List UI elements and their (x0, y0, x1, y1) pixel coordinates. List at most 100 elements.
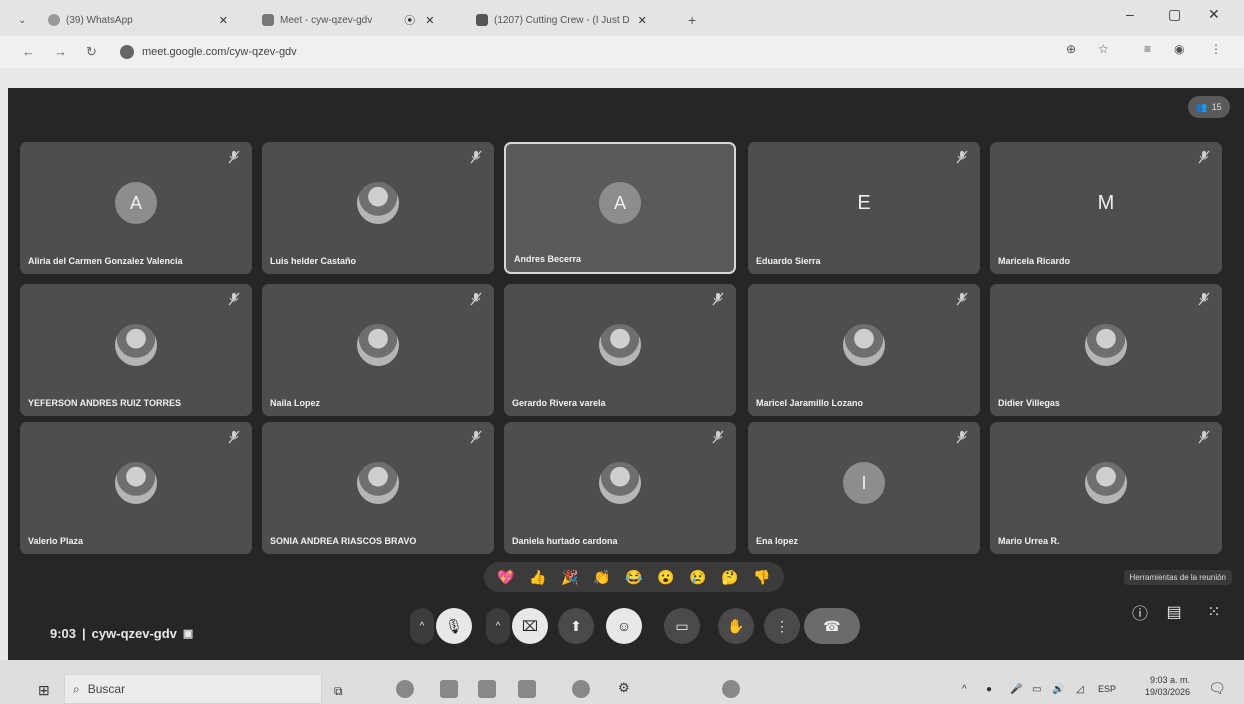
meeting-details-button[interactable]: ⓘ (1126, 598, 1154, 626)
participant-tile[interactable]: A Aliria del Carmen Gonzalez Valencia (20, 142, 252, 274)
participant-tile[interactable]: Luis helder Castaño (262, 142, 494, 274)
search-icon: ⌕ (73, 681, 80, 696)
captions-button[interactable]: ▭ (664, 608, 700, 644)
site-info-icon[interactable] (120, 45, 134, 59)
participant-tile[interactable]: Daniela hurtado cardona (504, 422, 736, 554)
mic-muted-icon (1198, 430, 1210, 444)
participant-name: Gerardo Rivera varela (512, 398, 606, 408)
participant-avatar: E (857, 191, 871, 214)
close-tab-icon[interactable]: ✕ (638, 14, 647, 27)
windows-start-icon[interactable]: ⊞ (38, 682, 50, 699)
mic-muted-icon (712, 430, 724, 444)
participant-tile[interactable]: M Maricela Ricardo (990, 142, 1222, 274)
maximize-icon[interactable]: ▢ (1168, 6, 1181, 23)
reaction-clap[interactable]: 👏 (593, 569, 610, 586)
camera-toggle-button[interactable]: ⌧ (512, 608, 548, 644)
edge-browser-icon[interactable] (396, 680, 414, 698)
participant-name: Maricel Jaramillo Lozano (756, 398, 864, 408)
audio-options-button[interactable]: ^ (410, 608, 434, 644)
participant-name: Ena lopez (756, 536, 799, 546)
settings-icon[interactable]: ⚙ (618, 680, 630, 696)
minimize-icon[interactable]: – (1126, 6, 1134, 22)
participant-tile[interactable]: Gerardo Rivera varela (504, 284, 736, 416)
participant-avatar (599, 461, 641, 504)
app-icon[interactable] (518, 680, 536, 698)
participant-tile[interactable]: I Ena lopez (748, 422, 980, 554)
address-bar: ← → ↻ meet.google.com/cyw-qzev-gdv (0, 36, 1244, 68)
tray-overflow-icon[interactable]: ^ (962, 684, 967, 695)
participant-name: YEFERSON ANDRES RUIZ TORRES (28, 398, 182, 408)
participant-tile[interactable]: Naila Lopez (262, 284, 494, 416)
more-options-button[interactable]: ⋮ (764, 608, 800, 644)
participant-tile[interactable]: YEFERSON ANDRES RUIZ TORRES (20, 284, 252, 416)
browser-menu-icon[interactable]: ⋮ (1210, 42, 1222, 56)
reaction-laugh[interactable]: 😂 (625, 569, 642, 586)
raise-hand-button[interactable]: ✋ (718, 608, 754, 644)
close-tab-icon[interactable]: ✕ (219, 14, 228, 27)
participant-avatar (1085, 461, 1127, 504)
reaction-party[interactable]: 🎉 (561, 569, 578, 586)
hand-icon: ✋ (727, 617, 745, 634)
close-window-icon[interactable]: ✕ (1208, 6, 1220, 23)
participant-avatar (115, 461, 157, 504)
reload-icon[interactable]: ↻ (86, 44, 97, 60)
network-icon[interactable]: ◿ (1076, 684, 1084, 695)
notifications-icon[interactable]: 🗨 (1208, 680, 1226, 697)
reactions-bar: 💖 👍 🎉 👏 😂 😮 😢 🤔 👎 (484, 562, 784, 592)
language-indicator[interactable]: ESP (1098, 684, 1116, 694)
pinned-app-icon[interactable] (722, 680, 740, 698)
tab-list-chevron[interactable]: ⌄ (18, 8, 26, 32)
taskbar-search[interactable]: ⌕ Buscar (64, 674, 322, 704)
more-vertical-icon: ⋮ (775, 617, 789, 634)
chrome-icon[interactable] (572, 680, 590, 698)
battery-icon[interactable]: ▭ (1032, 684, 1041, 695)
back-icon[interactable]: ← (22, 44, 35, 59)
present-button[interactable]: ⬆ (558, 608, 594, 644)
file-explorer-icon[interactable] (440, 680, 458, 698)
participants-button[interactable]: 👥 15 (1188, 96, 1230, 118)
reaction-sad[interactable]: 😢 (689, 569, 706, 586)
url-field[interactable]: meet.google.com/cyw-qzev-gdv (120, 42, 297, 62)
mic-toggle-button[interactable]: 🎙 (436, 608, 472, 644)
close-tab-icon[interactable]: ✕ (425, 14, 434, 27)
chat-icon: ▤ (1166, 604, 1182, 621)
tab-youtube[interactable]: (1207) Cutting Crew - (I Just D ✕ (476, 8, 647, 32)
windows-taskbar: ⊞ ⌕ Buscar ⧉ ⚙ ^ ● 🎤 ▭ 🔊 ◿ ESP 9:03 a. m… (0, 660, 1244, 704)
reading-list-icon[interactable]: ≡ (1144, 42, 1151, 56)
zoom-icon[interactable]: ⊕ (1066, 42, 1076, 56)
microphone-tray-icon[interactable]: 🎤 (1010, 684, 1022, 695)
participant-tile[interactable]: Valerio Plaza (20, 422, 252, 554)
tab-meet[interactable]: Meet - cyw-qzev-gdv ⦿ ✕ (262, 8, 434, 32)
participant-tile[interactable]: Mario Urrea R. (990, 422, 1222, 554)
new-tab-button[interactable]: + (688, 8, 696, 32)
reaction-thinking[interactable]: 🤔 (721, 569, 738, 586)
participant-avatar: M (1097, 191, 1115, 214)
store-icon[interactable] (478, 680, 496, 698)
taskbar-clock[interactable]: 9:03 a. m. 19/03/2026 (1145, 674, 1190, 698)
task-view-icon[interactable]: ⧉ (334, 684, 343, 699)
leave-call-button[interactable]: ☎ (804, 608, 860, 644)
bookmark-star-icon[interactable]: ☆ (1098, 42, 1109, 56)
video-options-button[interactable]: ^ (486, 608, 510, 644)
clock-date: 19/03/2026 (1144, 687, 1190, 697)
chat-button[interactable]: ▤ (1160, 598, 1188, 626)
reaction-thumbs-down[interactable]: 👎 (753, 569, 770, 586)
participant-tile[interactable]: E Eduardo Sierra (748, 142, 980, 274)
participant-tile[interactable]: Maricel Jaramillo Lozano (748, 284, 980, 416)
reaction-heart[interactable]: 💖 (497, 569, 514, 586)
reaction-surprised[interactable]: 😮 (657, 569, 674, 586)
tray-app-icon[interactable]: ● (986, 684, 992, 695)
reactions-button[interactable]: ☺ (606, 608, 642, 644)
profile-icon[interactable]: ◉ (1174, 42, 1184, 56)
participant-tile[interactable]: A Andres Becerra (504, 142, 736, 274)
tab-whatsapp[interactable]: (39) WhatsApp ✕ (48, 8, 228, 32)
forward-icon[interactable]: → (54, 44, 67, 59)
participant-tile[interactable]: SONIA ANDREA RIASCOS BRAVO (262, 422, 494, 554)
camera-off-icon: ⌧ (521, 617, 539, 634)
participant-tile[interactable]: Didier Villegas (990, 284, 1222, 416)
reaction-thumbs-up[interactable]: 👍 (529, 569, 546, 586)
activities-button[interactable]: ⁙ (1200, 598, 1228, 626)
captions-badge-icon: ▣ (182, 628, 194, 640)
participant-avatar (599, 323, 641, 366)
volume-icon[interactable]: 🔊 (1052, 684, 1064, 695)
